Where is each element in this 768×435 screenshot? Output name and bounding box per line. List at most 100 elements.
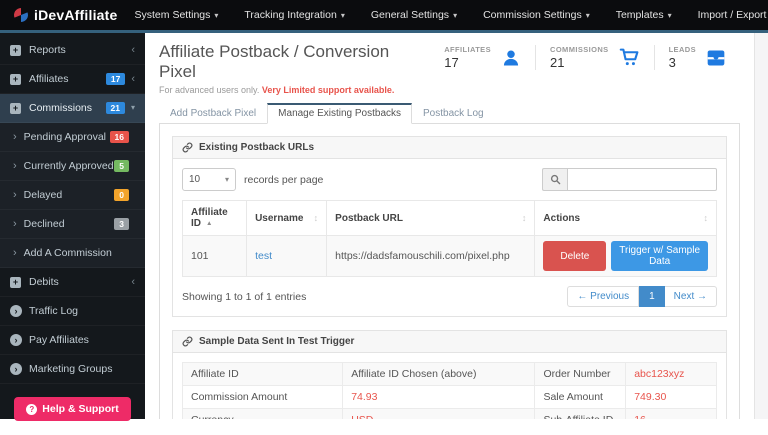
sample-data-table: Affiliate ID Affiliate ID Chosen (above)… [181, 362, 717, 419]
panel-header: Existing Postback URLs [173, 137, 726, 159]
count-badge: 17 [105, 72, 126, 86]
sidebar-item-traffic-log[interactable]: Traffic Log [0, 297, 145, 326]
postbacks-table: Affiliate ID Username Postback URL Actio… [181, 200, 717, 277]
panel-title: Existing Postback URLs [199, 142, 315, 153]
sort-icon [522, 213, 527, 223]
angle-right-icon [13, 219, 17, 230]
menu-general-settings[interactable]: General Settings [358, 9, 470, 21]
sidebar-item-reports[interactable]: Reports [0, 36, 145, 65]
tab-bar: Add Postback Pixel Manage Existing Postb… [159, 103, 740, 124]
sample-label: Order Number [534, 362, 627, 386]
sample-label: Sub-Affiliate ID [534, 408, 627, 419]
panel-title: Sample Data Sent In Test Trigger [199, 336, 355, 347]
sidebar-item-commissions[interactable]: Commissions 21 [0, 94, 145, 123]
next-page-button[interactable]: Next → [664, 286, 717, 307]
count-badge: 21 [105, 101, 125, 115]
stat-commissions: COMMISSIONS 21 [535, 45, 654, 70]
angle-right-icon [13, 161, 17, 172]
sidebar-item-delayed[interactable]: Delayed 0 [0, 181, 145, 210]
sidebar-item-currently-approved[interactable]: Currently Approved 5 [0, 152, 145, 181]
sample-label: Currency [181, 408, 344, 419]
sample-label: Affiliate ID [181, 362, 344, 386]
sample-value: Affiliate ID Chosen (above) [342, 362, 536, 386]
app-logo-text: iDevAffiliate [34, 7, 118, 23]
menu-templates[interactable]: Templates [603, 9, 685, 21]
plus-square-icon [10, 44, 21, 56]
page-title: Affiliate Postback / Conversion Pixel [159, 42, 390, 81]
delete-button[interactable]: Delete [543, 241, 607, 271]
angle-right-icon [13, 132, 17, 143]
sample-data-panel: Sample Data Sent In Test Trigger Affilia… [172, 330, 727, 419]
help-support-button[interactable]: Help & Support [14, 397, 131, 421]
table-row: Affiliate ID Affiliate ID Chosen (above)… [181, 362, 717, 386]
sort-icon [704, 213, 709, 223]
cell-affiliate-id: 101 [181, 235, 248, 277]
sort-icon [314, 213, 319, 223]
app-logo[interactable]: iDevAffiliate [0, 7, 118, 23]
records-per-page-label: records per page [244, 173, 324, 186]
page-gutter [754, 33, 768, 419]
sample-value: 74.93 [342, 385, 536, 409]
menu-system-settings[interactable]: System Settings [122, 9, 232, 21]
user-icon [503, 50, 519, 65]
count-badge: 5 [114, 159, 129, 173]
question-circle-icon [26, 403, 38, 415]
menu-import-export[interactable]: Import / Export [685, 9, 768, 21]
sidebar-item-add-a-commission[interactable]: Add A Commission [0, 239, 145, 268]
username-link[interactable]: test [255, 250, 272, 262]
search-icon [550, 174, 560, 185]
plus-square-icon [10, 102, 21, 114]
sample-value: 749.30 [625, 385, 717, 409]
caret-down-icon [214, 9, 218, 21]
sidebar-item-debits[interactable]: Debits [0, 268, 145, 297]
chevron-left-icon [131, 277, 135, 288]
page-subtitle: For advanced users only. Very Limited su… [159, 85, 395, 95]
logo-swirl-icon [14, 8, 28, 22]
arrow-circle-icon [10, 334, 22, 346]
sample-value: abc123xyz [625, 362, 717, 386]
sidebar-item-affiliates[interactable]: Affiliates 17 [0, 65, 145, 94]
plus-square-icon [10, 276, 21, 288]
caret-down-icon [668, 9, 672, 21]
top-navigation-bar: iDevAffiliate System Settings Tracking I… [0, 0, 768, 30]
sample-label: Sale Amount [534, 385, 627, 409]
caret-down-icon [453, 9, 457, 21]
page-1-button[interactable]: 1 [639, 286, 665, 307]
tab-postback-log[interactable]: Postback Log [412, 103, 495, 124]
column-header-actions[interactable]: Actions [534, 200, 717, 236]
main-content: Affiliate Postback / Conversion Pixel Fo… [145, 33, 754, 419]
subtitle-warning: Very Limited support available. [261, 85, 395, 95]
cell-username: test [246, 235, 328, 277]
previous-page-button[interactable]: ← Previous [567, 286, 640, 307]
tab-add-postback-pixel[interactable]: Add Postback Pixel [159, 103, 267, 124]
column-header-username[interactable]: Username [246, 200, 328, 236]
cell-actions: Delete Trigger w/ Sample Data [534, 235, 717, 277]
stats-bar: AFFILIATES 17 COMMISSIONS 21 LEADS 3 [430, 45, 740, 70]
sidebar-item-marketing-groups[interactable]: Marketing Groups [0, 355, 145, 384]
sort-ascending-icon [201, 218, 212, 229]
caret-down-icon [586, 9, 590, 21]
sidebar: Reports Affiliates 17 Commissions 21 Pen… [0, 33, 145, 421]
sample-value: 16 [625, 408, 717, 419]
column-header-postback-url[interactable]: Postback URL [326, 200, 536, 236]
showing-entries-text: Showing 1 to 1 of 1 entries [182, 290, 307, 303]
pagination: ← Previous 1 Next → [567, 286, 717, 307]
search-input[interactable] [567, 168, 717, 191]
menu-commission-settings[interactable]: Commission Settings [470, 9, 603, 21]
chevron-left-icon [131, 45, 135, 56]
sample-value: USD [342, 408, 536, 419]
menu-tracking-integration[interactable]: Tracking Integration [231, 9, 357, 21]
link-icon [182, 142, 193, 153]
sidebar-item-declined[interactable]: Declined 3 [0, 210, 145, 239]
records-per-page-select[interactable]: 10 [182, 168, 236, 191]
inbox-icon [707, 50, 725, 65]
caret-down-icon [225, 174, 229, 185]
column-header-affiliate-id[interactable]: Affiliate ID [181, 200, 248, 236]
angle-right-icon [13, 248, 17, 259]
trigger-sample-data-button[interactable]: Trigger w/ Sample Data [611, 241, 708, 271]
tab-manage-existing-postbacks[interactable]: Manage Existing Postbacks [267, 103, 413, 124]
sidebar-item-pending-approval[interactable]: Pending Approval 16 [0, 123, 145, 152]
panel-header: Sample Data Sent In Test Trigger [173, 331, 726, 353]
cart-icon [619, 48, 639, 66]
sidebar-item-pay-affiliates[interactable]: Pay Affiliates [0, 326, 145, 355]
